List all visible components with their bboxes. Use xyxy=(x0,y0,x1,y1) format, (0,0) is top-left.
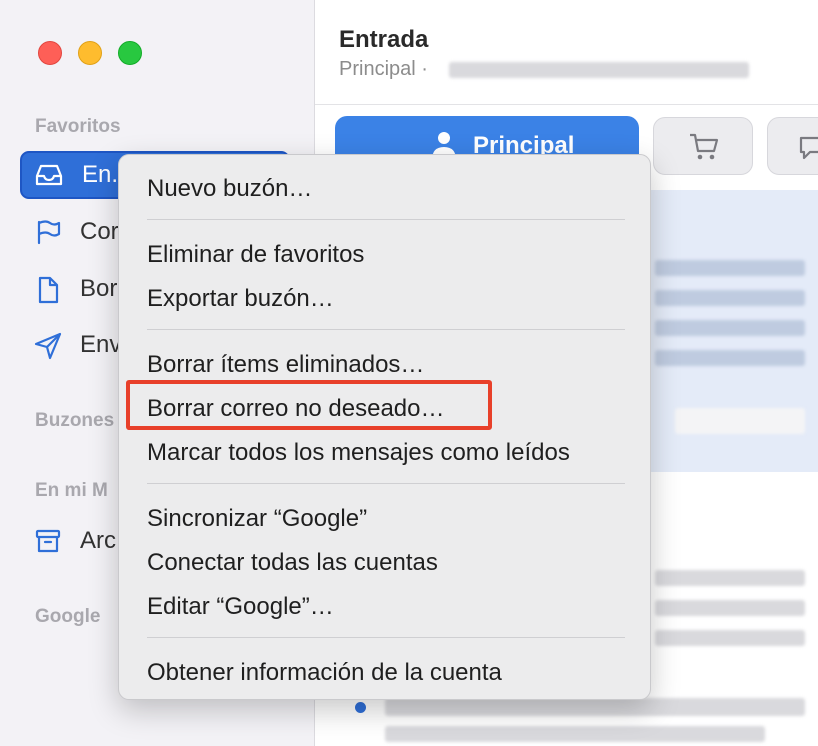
sidebar-item-label: Arc xyxy=(80,527,116,554)
blurred-account xyxy=(449,62,749,78)
menu-item-sync-account[interactable]: Sincronizar “Google” xyxy=(147,505,367,533)
context-menu: Nuevo buzón… Eliminar de favoritos Expor… xyxy=(118,154,651,700)
sidebar-item-label: Env xyxy=(80,331,122,358)
menu-item-edit-account[interactable]: Editar “Google”… xyxy=(147,593,334,621)
message-icon xyxy=(799,136,818,160)
section-on-my-mac: En mi M xyxy=(35,480,108,501)
menu-item-erase-junk[interactable]: Borrar correo no deseado… xyxy=(147,395,445,423)
blurred-text xyxy=(655,260,805,276)
blurred-text xyxy=(675,408,805,434)
paperplane-icon xyxy=(34,332,62,360)
zoom-window-button[interactable] xyxy=(118,41,142,65)
flag-icon xyxy=(34,219,62,245)
tab-shopping[interactable] xyxy=(653,117,753,175)
menu-separator xyxy=(147,329,625,330)
blurred-text xyxy=(655,600,805,616)
blurred-text xyxy=(655,570,805,586)
menu-item-erase-deleted[interactable]: Borrar ítems eliminados… xyxy=(147,351,424,379)
sidebar-item-label: Bor xyxy=(80,275,118,302)
page-subtitle: Principal · xyxy=(339,58,428,80)
menu-separator xyxy=(147,637,625,638)
document-icon xyxy=(34,276,62,304)
menu-item-new-mailbox[interactable]: Nuevo buzón… xyxy=(147,175,312,203)
blurred-text xyxy=(655,290,805,306)
section-mailboxes: Buzones xyxy=(35,410,115,431)
unread-indicator xyxy=(355,702,366,713)
menu-separator xyxy=(147,483,625,484)
sidebar-item-label: En. xyxy=(82,161,119,188)
menu-item-export-mailbox[interactable]: Exportar buzón… xyxy=(147,285,334,313)
blurred-text xyxy=(385,726,765,742)
close-window-button[interactable] xyxy=(38,41,62,65)
blurred-text xyxy=(655,320,805,336)
menu-item-mark-all-read[interactable]: Marcar todos los mensajes como leídos xyxy=(147,439,570,467)
menu-separator xyxy=(147,219,625,220)
blurred-text xyxy=(655,630,805,646)
inbox-icon xyxy=(34,162,63,188)
cart-icon xyxy=(690,133,719,160)
section-google: Google xyxy=(35,606,101,627)
sidebar-item-label: Cor xyxy=(80,218,119,245)
menu-item-connect-all[interactable]: Conectar todas las cuentas xyxy=(147,549,438,577)
archive-icon xyxy=(34,528,62,554)
page-title: Entrada xyxy=(339,26,429,53)
section-favorites: Favoritos xyxy=(35,116,121,137)
blurred-text xyxy=(655,350,805,366)
header-divider xyxy=(315,104,818,105)
blurred-text xyxy=(385,698,805,716)
menu-item-account-info[interactable]: Obtener información de la cuenta xyxy=(147,659,502,687)
mail-window: Favoritos En. Cor Bor Env Buzones En mi … xyxy=(0,0,818,746)
minimize-window-button[interactable] xyxy=(78,41,102,65)
tab-updates[interactable] xyxy=(767,117,818,175)
menu-item-remove-favorites[interactable]: Eliminar de favoritos xyxy=(147,241,364,269)
